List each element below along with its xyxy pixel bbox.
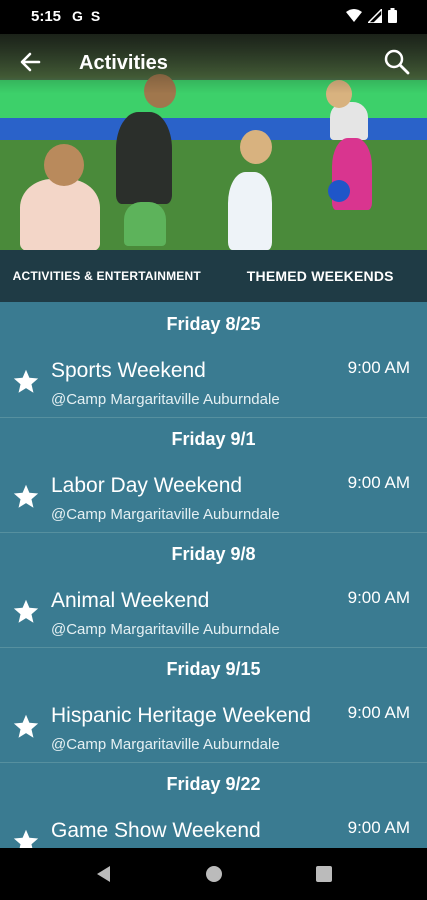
day-header: Friday 8/25: [166, 313, 261, 334]
page-title: Activities: [79, 52, 168, 74]
event-name: Game Show Weekend: [51, 819, 261, 842]
star-icon[interactable]: [12, 598, 40, 626]
event-location: @Camp Margaritaville Auburndale: [51, 621, 280, 638]
event-name: Hispanic Heritage Weekend: [51, 704, 311, 727]
status-time: 5:15: [31, 8, 62, 25]
status-left-icons: G S: [72, 8, 100, 24]
event-name: Labor Day Weekend: [51, 474, 243, 497]
ball: [328, 180, 350, 202]
tab-themed-weekends[interactable]: THEMED WEEKENDS: [214, 250, 427, 302]
kid-figure: [228, 172, 272, 250]
event-time: 9:00 AM: [347, 473, 410, 492]
google-icon: G: [72, 8, 83, 24]
battery-icon: [388, 8, 397, 23]
search-icon: [384, 49, 410, 75]
event-time: 9:00 AM: [347, 588, 410, 607]
event-item[interactable]: Game Show Weekend 9:00 AM: [0, 806, 427, 848]
search-button[interactable]: [381, 46, 413, 78]
star-icon[interactable]: [12, 713, 40, 741]
arrow-left-icon: [20, 52, 41, 72]
back-triangle-icon[interactable]: [94, 864, 114, 884]
signal-icon: [368, 8, 382, 23]
day-header: Friday 9/15: [0, 647, 427, 691]
kid-figure: [116, 112, 172, 204]
wifi-icon: [346, 8, 362, 22]
back-button[interactable]: [14, 46, 46, 78]
kid-figure: [124, 202, 166, 246]
tab-bar: ACTIVITIES & ENTERTAINMENT THEMED WEEKEN…: [0, 250, 427, 302]
system-nav-bar: [0, 848, 427, 900]
event-name: Sports Weekend: [51, 359, 206, 382]
day-header: Friday 9/22: [0, 762, 427, 806]
tab-activities-entertainment[interactable]: ACTIVITIES & ENTERTAINMENT: [0, 250, 214, 302]
event-time: 9:00 AM: [347, 818, 410, 837]
kid-figure: [20, 179, 100, 250]
event-item[interactable]: Labor Day Weekend @Camp Margaritaville A…: [0, 461, 427, 532]
notification-icon: S: [90, 8, 101, 24]
star-icon[interactable]: [12, 483, 40, 511]
event-item[interactable]: Animal Weekend @Camp Margaritaville Aubu…: [0, 576, 427, 647]
star-icon[interactable]: [12, 368, 40, 396]
status-bar: 5:15 G S: [0, 0, 427, 34]
kid-head: [44, 144, 84, 186]
event-location: @Camp Margaritaville Auburndale: [51, 391, 280, 408]
status-right-icons: [346, 8, 397, 23]
event-location: @Camp Margaritaville Auburndale: [51, 736, 280, 753]
day-header: Friday 9/1: [0, 417, 427, 461]
event-item[interactable]: Sports Weekend @Camp Margaritaville Aubu…: [0, 346, 427, 417]
event-time: 9:00 AM: [347, 703, 410, 722]
home-circle-icon[interactable]: [204, 864, 224, 884]
event-name: Animal Weekend: [51, 589, 210, 612]
events-list[interactable]: Friday 8/25 Sports Weekend @Camp Margari…: [0, 302, 427, 848]
day-header: Friday 9/8: [0, 532, 427, 576]
kid-head: [240, 130, 272, 164]
event-item[interactable]: Hispanic Heritage Weekend @Camp Margarit…: [0, 691, 427, 762]
event-location: @Camp Margaritaville Auburndale: [51, 506, 280, 523]
event-time: 9:00 AM: [347, 358, 410, 377]
app-bar: Activities: [0, 34, 427, 90]
star-icon[interactable]: [12, 828, 40, 848]
recents-square-icon[interactable]: [314, 864, 334, 884]
